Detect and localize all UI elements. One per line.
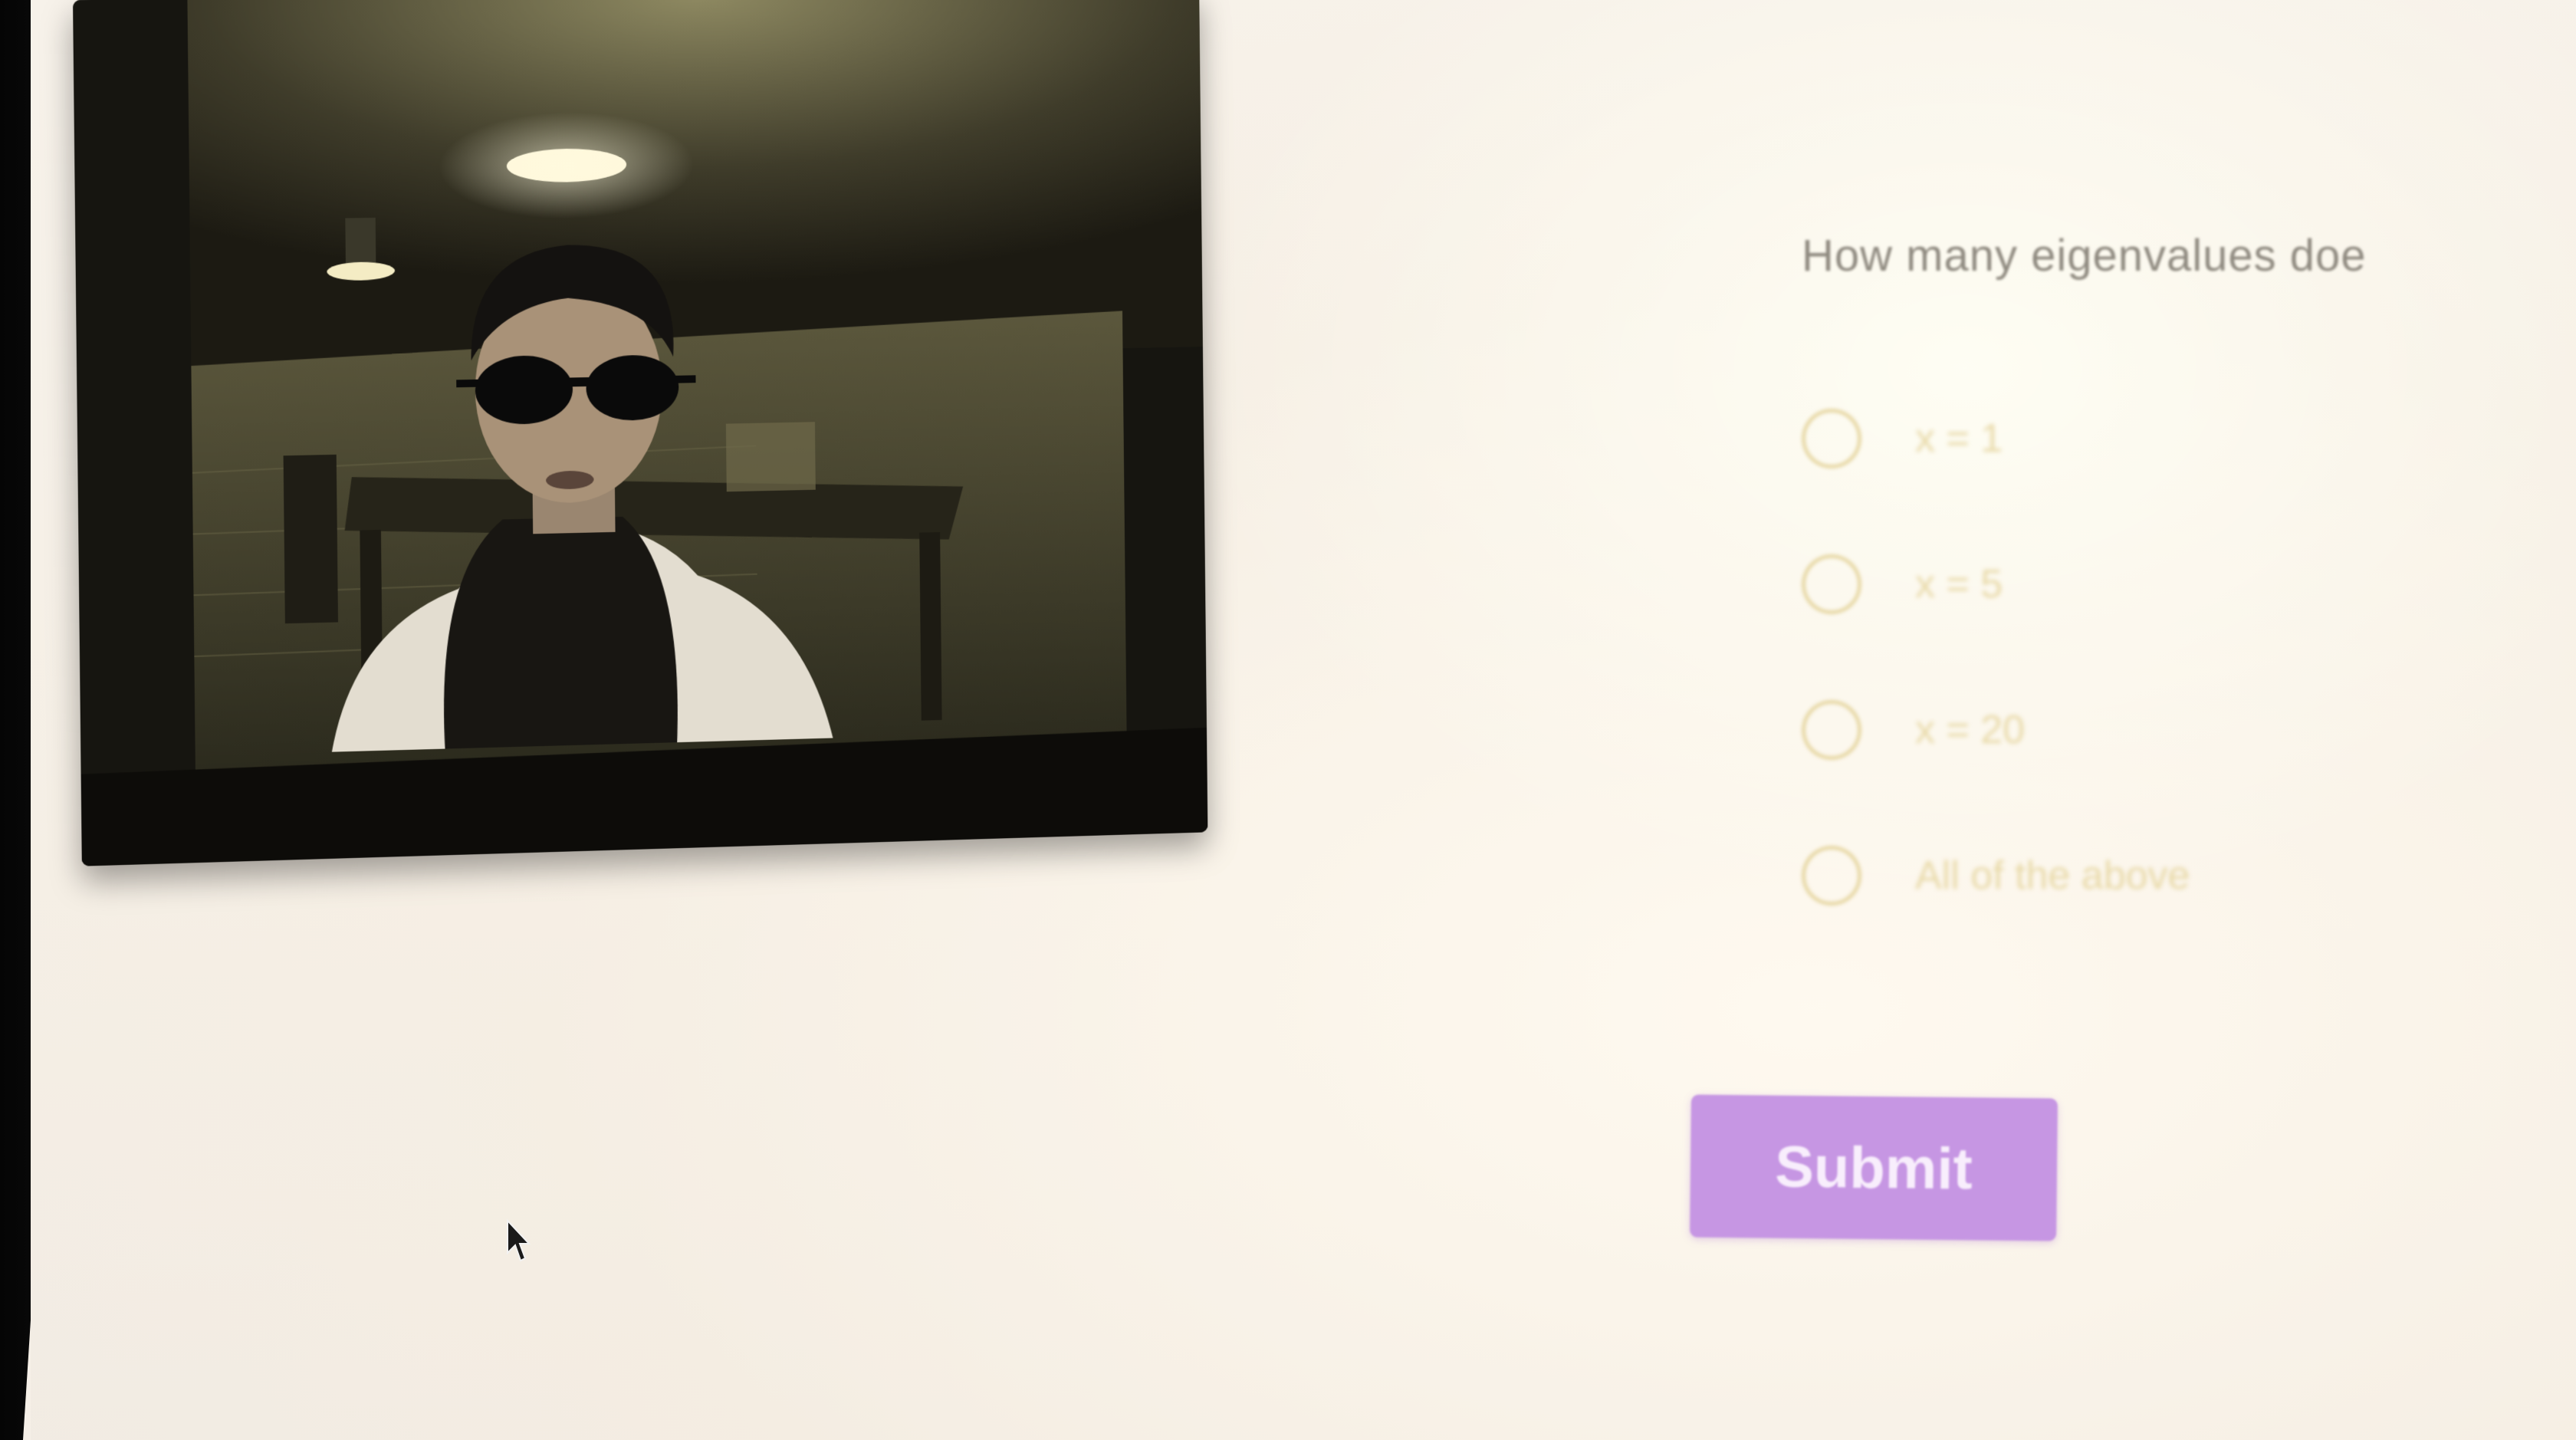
answer-option[interactable]: x = 20 (1802, 657, 2576, 803)
answer-option-label: x = 20 (1915, 707, 2025, 753)
webcam-preview (73, 0, 1208, 866)
answer-option-label: x = 5 (1915, 561, 2003, 607)
answer-option-label: x = 1 (1915, 416, 2003, 462)
mouse-pointer-icon (506, 1219, 531, 1265)
radio-button[interactable] (1802, 700, 1861, 760)
answer-option[interactable]: x = 1 (1802, 366, 2576, 511)
webcam-video-frame (73, 0, 1208, 866)
question-text: How many eigenvalues doe (1802, 230, 2576, 281)
answer-option[interactable]: All of the above (1802, 803, 2576, 948)
answer-options: x = 1 x = 5 x = 20 All of the above (1802, 366, 2576, 948)
quiz-panel: How many eigenvalues doe x = 1 x = 5 x =… (1802, 230, 2576, 948)
answer-option[interactable]: x = 5 (1802, 511, 2576, 657)
submit-button[interactable]: Submit (1690, 1095, 2058, 1241)
radio-button[interactable] (1802, 846, 1861, 906)
radio-button[interactable] (1802, 554, 1861, 614)
answer-option-label: All of the above (1915, 853, 2190, 899)
radio-button[interactable] (1802, 409, 1861, 468)
